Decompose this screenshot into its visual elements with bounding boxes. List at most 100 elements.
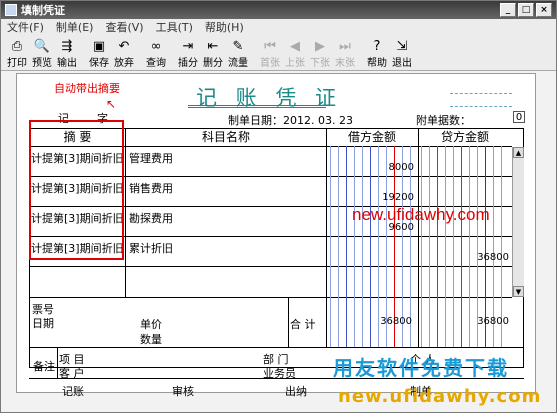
account-cell[interactable]: 累计折旧 bbox=[129, 240, 173, 256]
watermark-red: new.ufidawhy.com bbox=[352, 205, 490, 224]
app-icon bbox=[5, 4, 17, 16]
vertical-scrollbar[interactable]: ▲ ▼ bbox=[512, 147, 524, 297]
toolbar-label: 流量 bbox=[228, 58, 248, 69]
grid-line bbox=[29, 266, 512, 267]
scroll-down-icon[interactable]: ▼ bbox=[513, 286, 524, 297]
date-label: 日期 bbox=[32, 317, 54, 330]
grid-line bbox=[453, 146, 454, 347]
unit-price-label: 单价 bbox=[140, 318, 162, 331]
quantity-label: 数量 bbox=[140, 333, 162, 346]
printer-icon: ⎙ bbox=[11, 38, 23, 54]
debit-cell[interactable]: 19200 bbox=[364, 192, 414, 203]
menu-bar: 文件(F) 制单(E) 查看(V) 工具(T) 帮助(H) bbox=[1, 19, 556, 35]
toolbar-label: 预览 bbox=[32, 58, 52, 69]
salesman-label: 业务员 bbox=[263, 367, 296, 380]
toolbar-button-3[interactable]: ▣ 保存 bbox=[87, 37, 111, 70]
annotation-arrow-icon: ↖ bbox=[106, 97, 117, 111]
scroll-up-icon[interactable]: ▲ bbox=[513, 147, 524, 158]
undo-icon: ↶ bbox=[118, 38, 130, 54]
grid-line bbox=[418, 128, 419, 347]
binoculars-icon: ∞ bbox=[150, 38, 162, 54]
menu-tools[interactable]: 工具(T) bbox=[156, 19, 193, 35]
maximize-button[interactable]: □ bbox=[518, 3, 534, 17]
title-underline bbox=[188, 105, 326, 108]
toolbar: ⎙ 打印 🔍 预览 ⇶ 输出 ▣ 保存 ↶ 放弃 ∞ 查询 ⇥ 插分 ⇤ 删分 ✎ 流量 ⏮ 首张 ◀ 上张 ▶ 下张 ⏭ 末张?… bbox=[1, 35, 556, 71]
grid-line bbox=[346, 146, 347, 347]
total-credit: 36800 bbox=[477, 316, 509, 327]
toolbar-label: 删分 bbox=[203, 58, 223, 69]
next-icon: ▶ bbox=[315, 38, 325, 54]
debit-cell[interactable]: 8000 bbox=[364, 162, 414, 173]
save-icon: ▣ bbox=[92, 38, 106, 54]
prev-icon: ◀ bbox=[290, 38, 300, 54]
total-debit: 36800 bbox=[380, 316, 412, 327]
toolbar-label: 上张 bbox=[285, 58, 305, 69]
header-account: 科目名称 bbox=[201, 130, 250, 144]
delete-row-icon: ⇤ bbox=[207, 38, 219, 54]
attachment-count-field[interactable]: 0 bbox=[513, 111, 525, 123]
toolbar-button-14[interactable]: ⇲ 退出 bbox=[390, 37, 414, 70]
toolbar-button-12[interactable]: ⏭ 末张 bbox=[333, 37, 357, 70]
toolbar-label: 帮助 bbox=[367, 58, 387, 69]
toolbar-label: 插分 bbox=[178, 58, 198, 69]
bookkeep-label: 记账 bbox=[62, 385, 84, 398]
credit-cell[interactable]: 36800 bbox=[459, 252, 509, 263]
toolbar-label: 放弃 bbox=[114, 58, 134, 69]
toolbar-label: 打印 bbox=[7, 58, 27, 69]
menu-file[interactable]: 文件(F) bbox=[7, 19, 44, 35]
highlight-box bbox=[29, 120, 124, 260]
header-debit: 借方金额 bbox=[347, 130, 396, 144]
insert-row-icon: ⇥ bbox=[182, 38, 194, 54]
last-icon: ⏭ bbox=[339, 38, 351, 54]
toolbar-label: 输出 bbox=[57, 58, 77, 69]
menu-voucher[interactable]: 制单(E) bbox=[56, 19, 94, 35]
watermark-blue: 用友软件免费下载 bbox=[333, 356, 509, 380]
dashed-line bbox=[450, 93, 512, 94]
audit-label: 审核 bbox=[172, 385, 194, 398]
minimize-button[interactable]: _ bbox=[500, 3, 516, 17]
help-icon: ? bbox=[373, 38, 381, 54]
grid-line bbox=[437, 146, 438, 347]
flow-icon: ✎ bbox=[232, 38, 244, 54]
toolbar-button-0[interactable]: ⎙ 打印 bbox=[5, 37, 29, 70]
grid-line bbox=[330, 146, 331, 347]
toolbar-button-10[interactable]: ◀ 上张 bbox=[283, 37, 307, 70]
toolbar-button-2[interactable]: ⇶ 输出 bbox=[55, 37, 79, 70]
grid-line bbox=[445, 146, 446, 347]
watermark-gold: new.ufidawhy.com bbox=[338, 386, 542, 407]
toolbar-button-9[interactable]: ⏮ 首张 bbox=[258, 37, 282, 70]
grid-line bbox=[421, 146, 422, 347]
toolbar-button-1[interactable]: 🔍 预览 bbox=[30, 37, 54, 70]
dashed-line bbox=[450, 106, 512, 107]
toolbar-label: 首张 bbox=[260, 58, 280, 69]
toolbar-button-5[interactable]: ∞ 查询 bbox=[144, 37, 168, 70]
cashier-label: 出纳 bbox=[285, 385, 307, 398]
toolbar-button-6[interactable]: ⇥ 插分 bbox=[176, 37, 200, 70]
grid-line bbox=[354, 146, 355, 347]
grid-line bbox=[29, 297, 512, 298]
menu-view[interactable]: 查看(V) bbox=[105, 19, 143, 35]
header-credit: 贷方金额 bbox=[440, 130, 489, 144]
account-cell[interactable]: 管理费用 bbox=[129, 150, 173, 166]
grid-line bbox=[29, 347, 524, 348]
grid-line bbox=[288, 297, 289, 347]
customer-label: 客 户 bbox=[59, 367, 85, 380]
voucher-date[interactable]: 制单日期：2012. 03. 23 bbox=[228, 112, 353, 128]
toolbar-button-8[interactable]: ✎ 流量 bbox=[226, 37, 250, 70]
toolbar-button-11[interactable]: ▶ 下张 bbox=[308, 37, 332, 70]
exit-icon: ⇲ bbox=[396, 38, 408, 54]
first-icon: ⏮ bbox=[264, 38, 276, 54]
attachment-label: 附单据数： bbox=[416, 114, 471, 127]
close-button[interactable]: × bbox=[536, 3, 552, 17]
toolbar-button-4[interactable]: ↶ 放弃 bbox=[112, 37, 136, 70]
grid-line bbox=[326, 128, 327, 347]
account-cell[interactable]: 勘探费用 bbox=[129, 210, 173, 226]
toolbar-label: 下张 bbox=[310, 58, 330, 69]
total-label: 合 计 bbox=[290, 318, 316, 331]
toolbar-button-13[interactable]: ? 帮助 bbox=[365, 37, 389, 70]
title-bar: 填制凭证 _ □ × bbox=[1, 1, 556, 19]
toolbar-button-7[interactable]: ⇤ 删分 bbox=[201, 37, 225, 70]
menu-help[interactable]: 帮助(H) bbox=[205, 19, 244, 35]
toolbar-label: 查询 bbox=[146, 58, 166, 69]
account-cell[interactable]: 销售费用 bbox=[129, 180, 173, 196]
